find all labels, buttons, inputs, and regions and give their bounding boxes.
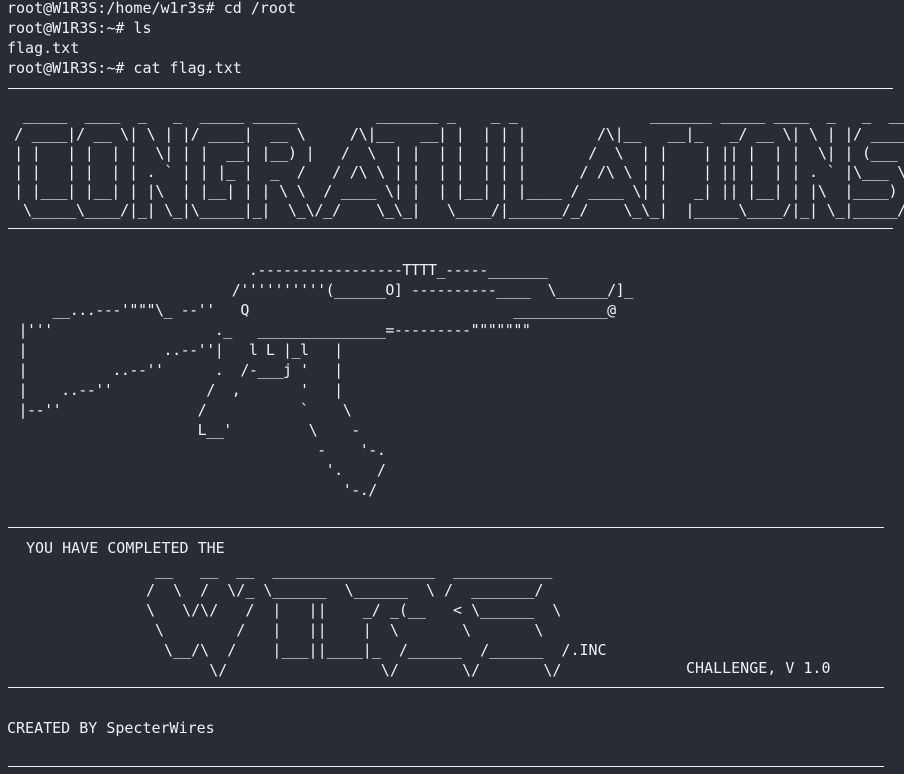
wires-ascii-art: __ __ __ __________________ ___________ … <box>146 561 607 679</box>
congratulations-ascii-art: _____ ____ _ _ _____ _____ _______ _ _ _… <box>14 106 904 219</box>
terminal-line-cd: root@W1R3S:/home/w1r3s# cd /root <box>7 0 296 17</box>
challenge-version-text: CHALLENGE, V 1.0 <box>686 659 831 677</box>
divider-after-wires <box>8 687 884 688</box>
divider-after-congrats <box>8 228 893 229</box>
terminal-window[interactable]: root@W1R3S:/home/w1r3s# cd /root root@W1… <box>0 0 904 774</box>
top-divider <box>8 88 893 89</box>
rifle-ascii-art: .-----------------TTTT_-----_______ /'''… <box>18 261 634 499</box>
terminal-line-ls: root@W1R3S:~# ls <box>7 19 152 37</box>
completed-text: YOU HAVE COMPLETED THE <box>26 539 225 557</box>
divider-after-rifle <box>8 527 884 528</box>
terminal-line-ls-output: flag.txt <box>7 39 80 57</box>
bottom-divider <box>8 766 884 767</box>
terminal-line-cat: root@W1R3S:~# cat flag.txt <box>7 59 242 77</box>
created-by-text: CREATED BY SpecterWires <box>7 719 215 737</box>
